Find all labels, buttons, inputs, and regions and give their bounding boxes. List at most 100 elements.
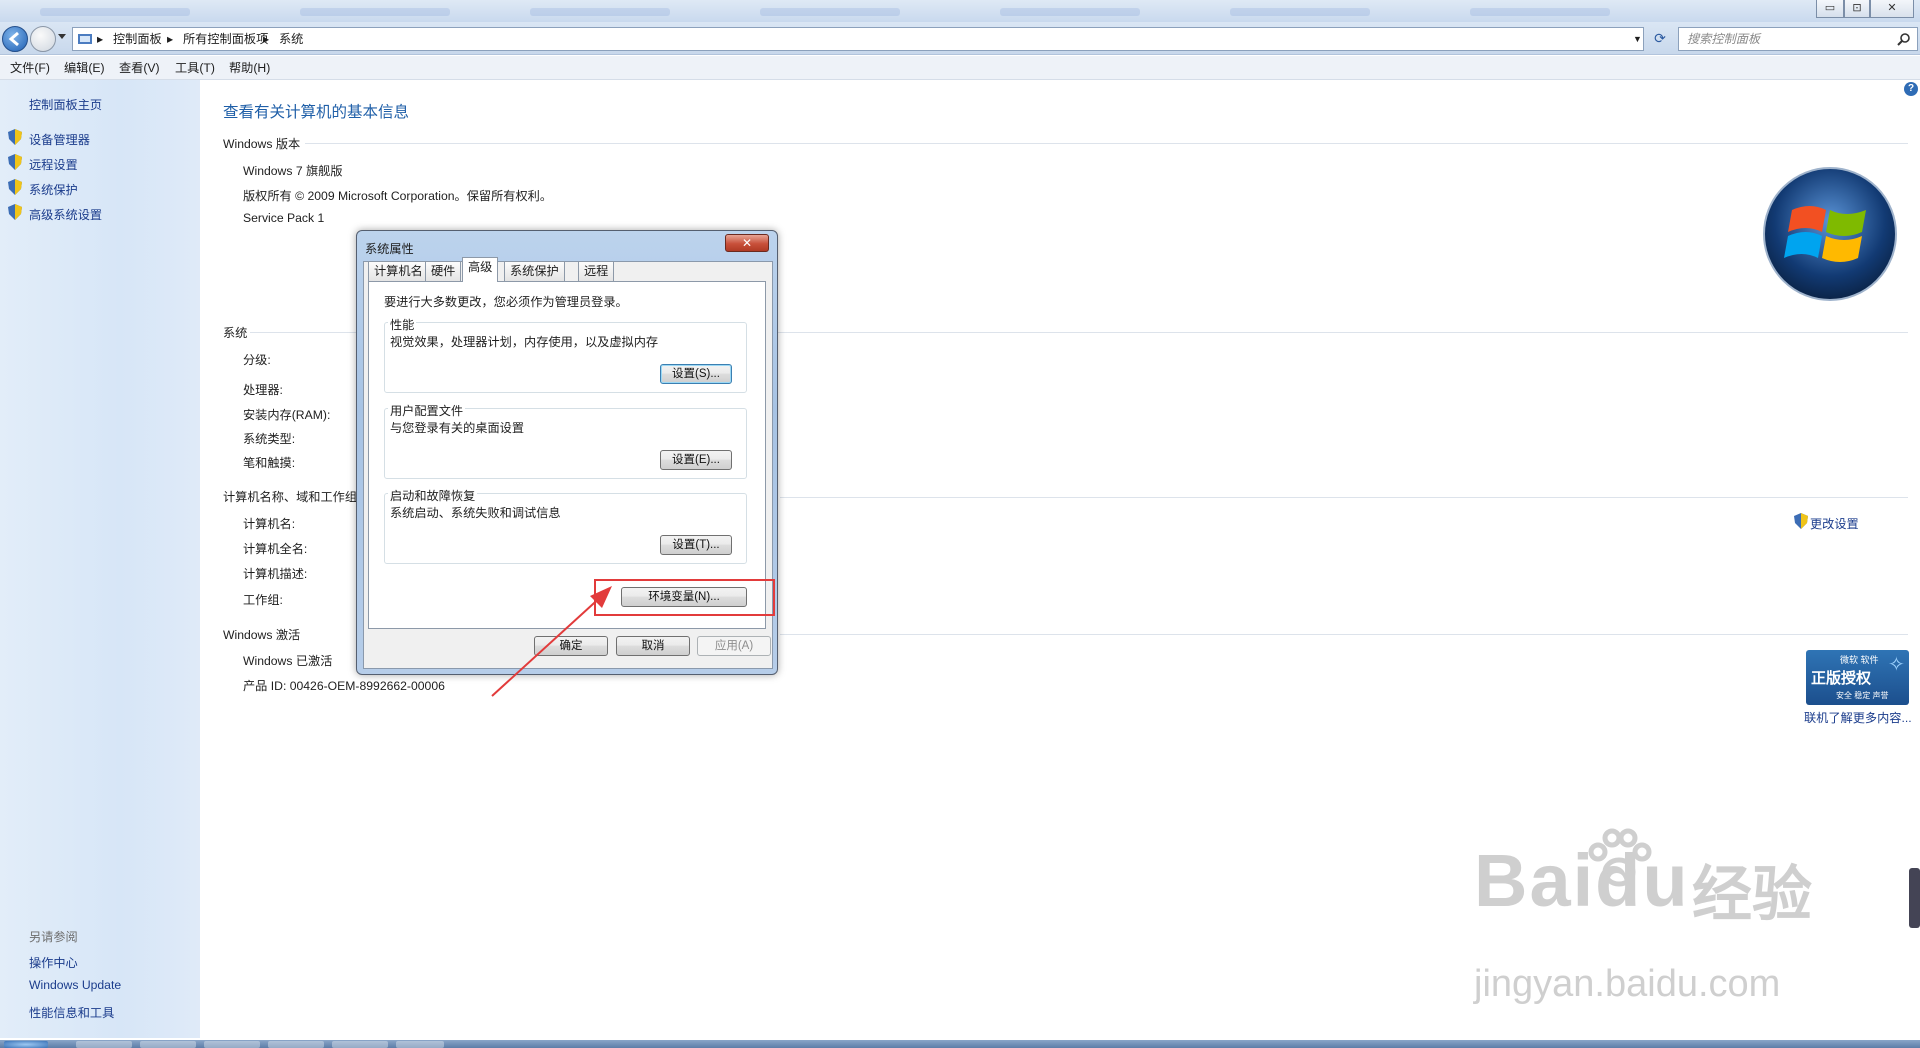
annotation-highlight-box xyxy=(594,579,775,616)
control-panel-home-link[interactable]: 控制面板主页 xyxy=(29,95,102,113)
menu-edit[interactable]: 编辑(E) xyxy=(64,60,105,76)
breadcrumb-control-panel[interactable]: 控制面板 xyxy=(113,28,162,50)
uac-shield-icon xyxy=(8,154,22,170)
performance-tools-link[interactable]: 性能信息和工具 xyxy=(29,1003,114,1021)
left-task-pane: 控制面板主页 设备管理器 远程设置 系统保护 高级系统设置 另请参阅 操作中心 … xyxy=(0,80,200,1038)
scrollbar-thumb[interactable] xyxy=(1909,868,1920,928)
change-settings-link[interactable]: 更改设置 xyxy=(1810,514,1859,532)
windows-edition-header: Windows 版本 xyxy=(223,137,301,151)
activation-status: Windows 已激活 xyxy=(243,654,333,668)
windows-update-link[interactable]: Windows Update xyxy=(29,978,121,992)
user-profiles-group-label: 用户配置文件 xyxy=(388,401,466,419)
performance-settings-button[interactable]: 设置(S)... xyxy=(660,364,732,384)
dialog-title: 系统属性 xyxy=(365,242,414,256)
user-profiles-description: 与您登录有关的桌面设置 xyxy=(390,421,525,435)
cancel-button[interactable]: 取消 xyxy=(616,636,690,656)
startup-recovery-settings-button[interactable]: 设置(T)... xyxy=(660,535,732,555)
windows-activation-header: Windows 激活 xyxy=(223,628,301,642)
taskbar-item[interactable] xyxy=(76,1041,132,1048)
pen-touch-label: 笔和触摸: xyxy=(243,456,296,470)
help-icon[interactable]: ? xyxy=(1904,82,1918,96)
watermark-brand: Baidu xyxy=(1474,839,1690,922)
baidu-watermark: Baidu 经验 jingyan.baidu.com xyxy=(1474,828,1854,1018)
section-divider xyxy=(780,634,1908,635)
search-icon xyxy=(1897,33,1910,46)
page-title: 查看有关计算机的基本信息 xyxy=(223,104,410,121)
system-type-label: 系统类型: xyxy=(243,432,296,446)
minimize-button[interactable]: ▭ xyxy=(1816,0,1844,18)
menu-view[interactable]: 查看(V) xyxy=(119,60,160,76)
menu-file[interactable]: 文件(F) xyxy=(10,60,50,76)
product-id: 产品 ID: 00426-OEM-8992662-00006 xyxy=(243,679,445,693)
advanced-tab-panel: 要进行大多数更改，您必须作为管理员登录。 性能 视觉效果，处理器计划，内存使用，… xyxy=(368,281,766,629)
see-also-heading: 另请参阅 xyxy=(29,930,78,944)
tab-system-protection[interactable]: 系统保护 xyxy=(504,261,565,281)
address-bar[interactable]: ▸ 控制面板 ▸ 所有控制面板项 ▸ 系统 ▼ xyxy=(72,27,1644,51)
breadcrumb-separator-icon: ▸ xyxy=(167,32,174,46)
advanced-system-settings-link[interactable]: 高级系统设置 xyxy=(29,205,102,223)
menu-help[interactable]: 帮助(H) xyxy=(229,60,270,76)
uac-shield-icon xyxy=(1794,513,1808,529)
address-dropdown-chevron-icon[interactable]: ▼ xyxy=(1633,28,1642,50)
taskbar-item[interactable] xyxy=(204,1041,260,1048)
back-arrow-icon xyxy=(8,31,19,47)
taskbar-item[interactable] xyxy=(140,1041,196,1048)
tab-computer-name[interactable]: 计算机名 xyxy=(368,261,429,281)
menu-tools[interactable]: 工具(T) xyxy=(175,60,215,76)
learn-more-online-link[interactable]: 联机了解更多内容... xyxy=(1804,708,1912,726)
computer-name-label: 计算机名: xyxy=(243,517,296,531)
close-button[interactable]: ✕ xyxy=(1870,0,1914,18)
breadcrumb-separator-icon: ▸ xyxy=(263,32,270,46)
genuine-badge-top: 微软 软件 xyxy=(1840,655,1879,665)
search-input[interactable]: 搜索控制面板 xyxy=(1678,27,1918,51)
forward-button[interactable] xyxy=(30,26,56,52)
genuine-badge-title: 正版授权 xyxy=(1811,670,1872,687)
full-computer-name-label: 计算机全名: xyxy=(243,542,308,556)
copyright-text: 版权所有 © 2009 Microsoft Corporation。保留所有权利… xyxy=(243,189,553,203)
star-icon: ✧ xyxy=(1888,654,1905,676)
genuine-microsoft-badge: 微软 软件 正版授权 安全 稳定 声誉 ✧ xyxy=(1806,650,1909,705)
control-panel-icon xyxy=(78,34,92,44)
uac-shield-icon xyxy=(8,179,22,195)
system-protection-link[interactable]: 系统保护 xyxy=(29,180,78,198)
tab-advanced[interactable]: 高级 xyxy=(462,257,499,282)
startup-recovery-description: 系统启动、系统失败和调试信息 xyxy=(390,506,561,520)
edition-name: Windows 7 旗舰版 xyxy=(243,164,343,178)
tab-remote[interactable]: 远程 xyxy=(578,261,615,281)
taskbar-item[interactable] xyxy=(332,1041,388,1048)
watermark-cn: 经验 xyxy=(1692,861,1812,928)
user-profiles-settings-button[interactable]: 设置(E)... xyxy=(660,450,732,470)
admin-note: 要进行大多数更改，您必须作为管理员登录。 xyxy=(384,295,628,309)
watermark-url: jingyan.baidu.com xyxy=(1474,963,1781,1005)
back-button[interactable] xyxy=(2,26,28,52)
ram-label: 安装内存(RAM): xyxy=(243,408,331,422)
navigation-bar: ▸ 控制面板 ▸ 所有控制面板项 ▸ 系统 ▼ ⟳ 搜索控制面板 xyxy=(0,22,1920,55)
tab-hardware[interactable]: 硬件 xyxy=(425,261,462,281)
taskbar-item[interactable] xyxy=(268,1041,324,1048)
genuine-badge-sub: 安全 稳定 声誉 xyxy=(1836,691,1889,700)
apply-button[interactable]: 应用(A) xyxy=(697,636,771,656)
uac-shield-icon xyxy=(8,204,22,220)
background-title-ghost xyxy=(530,8,670,16)
breadcrumb-system[interactable]: 系统 xyxy=(279,28,303,50)
startup-recovery-group: 启动和故障恢复 系统启动、系统失败和调试信息 设置(T)... xyxy=(384,486,747,564)
refresh-icon[interactable]: ⟳ xyxy=(1650,30,1670,48)
performance-group: 性能 视觉效果，处理器计划，内存使用，以及虚拟内存 设置(S)... xyxy=(384,315,747,393)
workgroup-label: 工作组: xyxy=(243,593,283,607)
remote-settings-link[interactable]: 远程设置 xyxy=(29,155,78,173)
performance-description: 视觉效果，处理器计划，内存使用，以及虚拟内存 xyxy=(390,335,659,349)
breadcrumb-all-items[interactable]: 所有控制面板项 xyxy=(183,28,268,50)
processor-label: 处理器: xyxy=(243,383,283,397)
taskbar-item[interactable] xyxy=(396,1041,444,1048)
paw-icon xyxy=(1588,828,1652,887)
maximize-button[interactable]: ⊡ xyxy=(1844,0,1870,18)
start-button[interactable] xyxy=(4,1041,48,1048)
dialog-close-button[interactable]: ✕ xyxy=(725,234,769,252)
device-manager-link[interactable]: 设备管理器 xyxy=(29,130,90,148)
action-center-link[interactable]: 操作中心 xyxy=(29,953,78,971)
computer-description-label: 计算机描述: xyxy=(243,567,308,581)
background-title-ghost xyxy=(1230,8,1370,16)
annotation-arrow-icon xyxy=(491,586,612,697)
breadcrumb-separator-icon: ▸ xyxy=(97,32,104,46)
recent-pages-chevron-icon[interactable] xyxy=(58,34,66,39)
